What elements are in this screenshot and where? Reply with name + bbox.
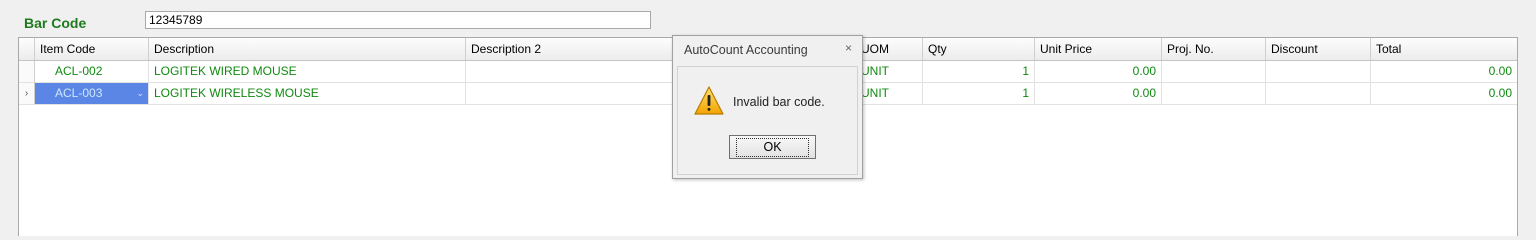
chevron-down-icon[interactable]: ⌄ bbox=[136, 83, 144, 104]
header-indicator-cell bbox=[19, 38, 35, 60]
row-indicator[interactable]: › bbox=[19, 83, 35, 105]
uom-cell[interactable]: UNIT bbox=[856, 83, 923, 105]
column-header-uom[interactable]: UOM bbox=[856, 38, 923, 60]
description-cell[interactable]: LOGITEK WIRELESS MOUSE bbox=[149, 83, 466, 105]
dialog-message: Invalid bar code. bbox=[733, 95, 825, 109]
warning-icon bbox=[693, 85, 725, 120]
message-dialog: AutoCount Accounting × Invalid bar code.… bbox=[672, 35, 863, 179]
total-cell[interactable]: 0.00 bbox=[1371, 83, 1517, 105]
item-code-value: ACL-003 bbox=[55, 86, 103, 100]
qty-cell[interactable]: 1 bbox=[923, 83, 1035, 105]
barcode-input[interactable] bbox=[145, 11, 651, 29]
barcode-label: Bar Code bbox=[24, 15, 87, 31]
proj-no-cell[interactable] bbox=[1162, 61, 1266, 83]
item-code-cell[interactable]: ACL-003 ⌄ bbox=[35, 83, 149, 105]
column-header-item-code[interactable]: Item Code bbox=[35, 38, 149, 60]
column-header-discount[interactable]: Discount bbox=[1266, 38, 1371, 60]
uom-cell[interactable]: UNIT bbox=[856, 61, 923, 83]
column-header-total[interactable]: Total bbox=[1371, 38, 1517, 60]
item-code-cell[interactable]: ACL-002 bbox=[35, 61, 149, 83]
discount-cell[interactable] bbox=[1266, 61, 1371, 83]
ok-button[interactable]: OK bbox=[729, 135, 816, 159]
ok-button-label: OK bbox=[736, 137, 809, 157]
total-cell[interactable]: 0.00 bbox=[1371, 61, 1517, 83]
description-cell[interactable]: LOGITEK WIRED MOUSE bbox=[149, 61, 466, 83]
qty-cell[interactable]: 1 bbox=[923, 61, 1035, 83]
row-indicator[interactable] bbox=[19, 61, 35, 83]
dialog-body: Invalid bar code. OK bbox=[677, 66, 858, 175]
column-header-proj-no[interactable]: Proj. No. bbox=[1162, 38, 1266, 60]
dialog-title: AutoCount Accounting bbox=[684, 43, 808, 57]
column-header-description[interactable]: Description bbox=[149, 38, 466, 60]
column-header-unit-price[interactable]: Unit Price bbox=[1035, 38, 1162, 60]
column-header-qty[interactable]: Qty bbox=[923, 38, 1035, 60]
discount-cell[interactable] bbox=[1266, 83, 1371, 105]
proj-no-cell[interactable] bbox=[1162, 83, 1266, 105]
unit-price-cell[interactable]: 0.00 bbox=[1035, 61, 1162, 83]
unit-price-cell[interactable]: 0.00 bbox=[1035, 83, 1162, 105]
close-icon[interactable]: × bbox=[845, 41, 852, 55]
